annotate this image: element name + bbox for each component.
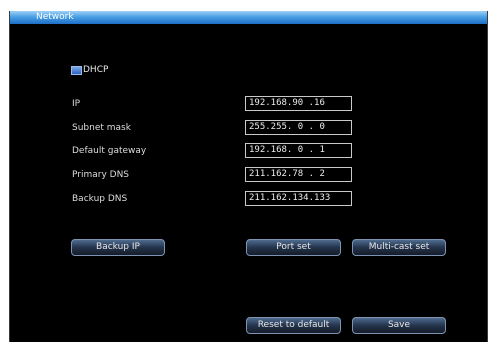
window-title: Network <box>36 12 74 22</box>
dhcp-checkbox[interactable]: DHCP <box>71 64 108 76</box>
default-gateway-label: Default gateway <box>72 146 147 156</box>
subnet-mask-label: Subnet mask <box>72 123 131 133</box>
ip-input[interactable]: 192.168.90 .16 <box>245 96 352 111</box>
backup-dns-label: Backup DNS <box>72 194 128 204</box>
ip-label: IP <box>72 99 81 109</box>
backup-dns-input[interactable]: 211.162.134.133 <box>245 191 352 206</box>
multicast-set-button[interactable]: Multi-cast set <box>352 239 446 256</box>
checkbox-icon[interactable] <box>71 65 82 75</box>
primary-dns-input[interactable]: 211.162.78 . 2 <box>245 167 352 182</box>
subnet-mask-input[interactable]: 255.255. 0 . 0 <box>245 120 352 135</box>
port-set-button[interactable]: Port set <box>246 239 341 256</box>
primary-dns-label: Primary DNS <box>72 170 130 180</box>
reset-to-default-button[interactable]: Reset to default <box>246 317 341 334</box>
dhcp-label: DHCP <box>83 65 109 75</box>
title-bar: Network <box>10 11 487 24</box>
default-gateway-input[interactable]: 192.168. 0 . 1 <box>245 143 352 158</box>
network-dialog: Network DHCP IP 192.168.90 .16 Subnet ma… <box>9 11 488 342</box>
save-button[interactable]: Save <box>352 317 446 334</box>
backup-ip-button[interactable]: Backup IP <box>71 239 165 256</box>
